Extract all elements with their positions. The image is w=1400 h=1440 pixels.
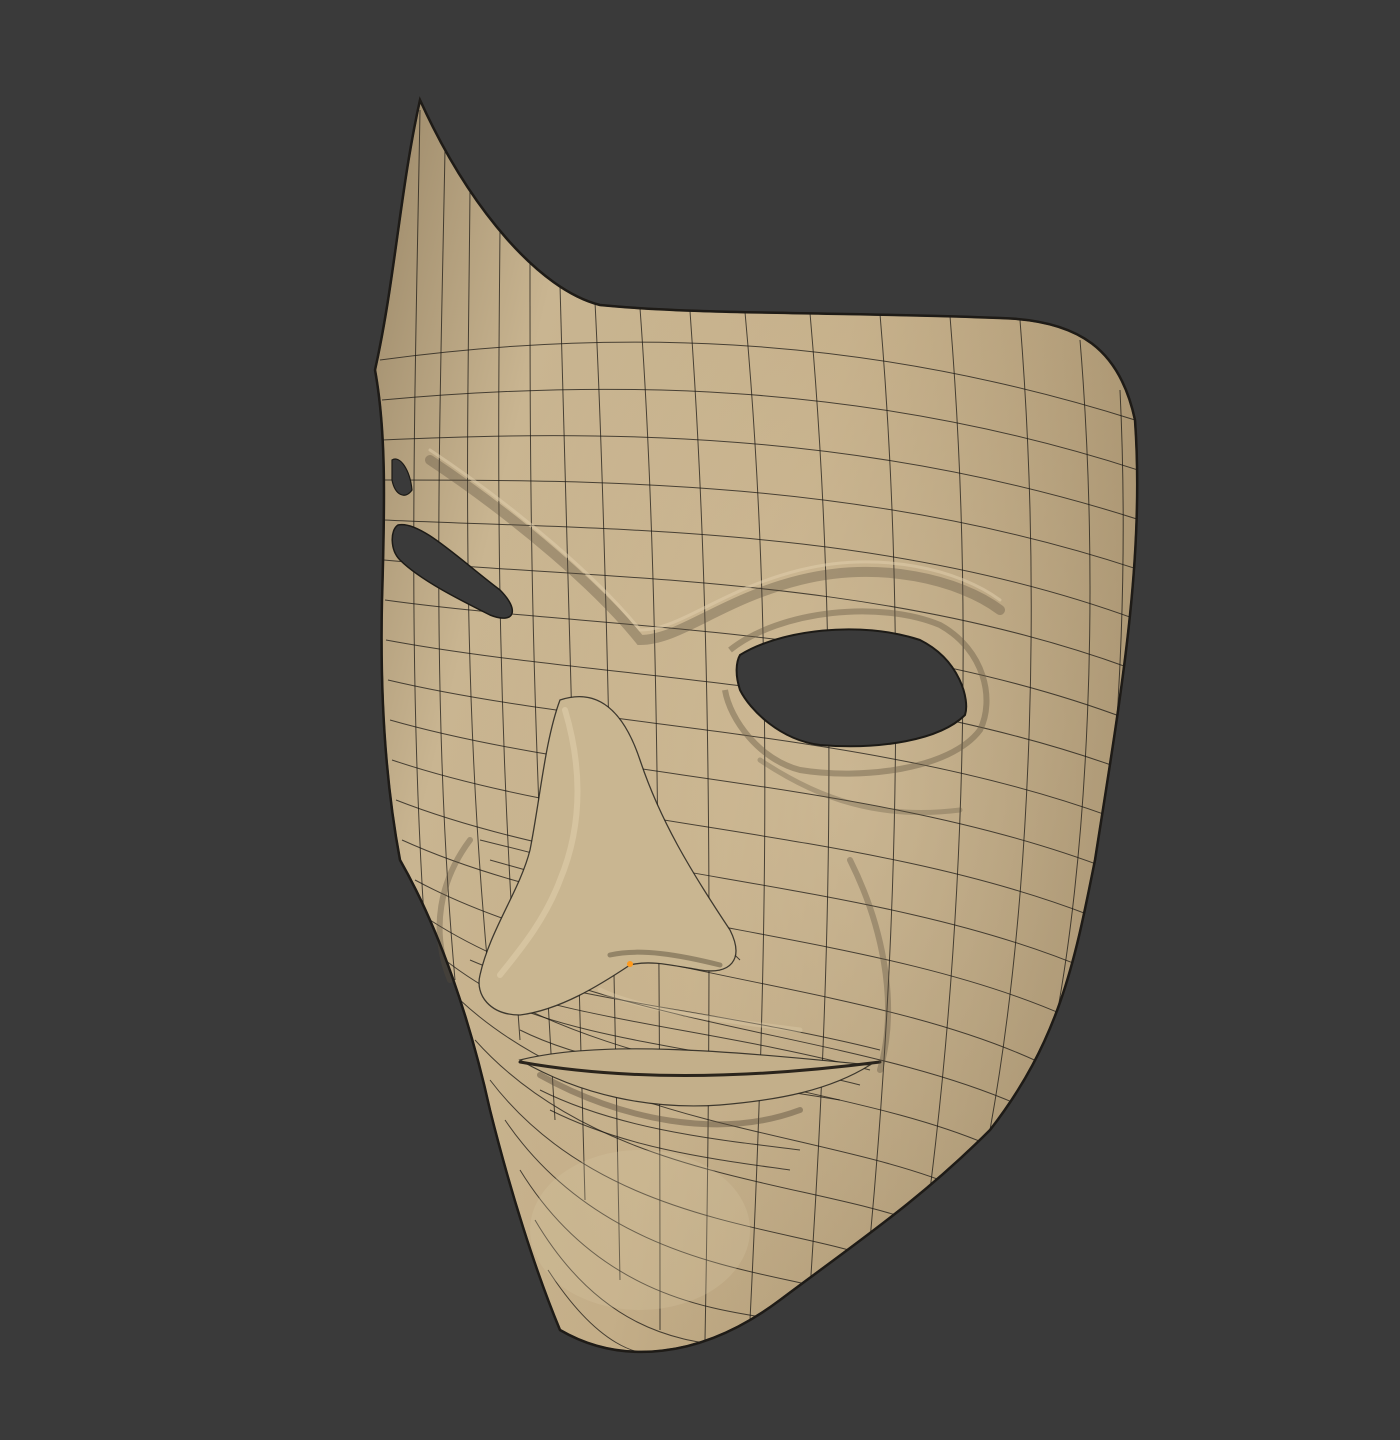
chin [530,1150,750,1310]
viewport-canvas[interactable] [0,0,1400,1440]
selected-vertex[interactable] [627,961,633,967]
mask-mesh[interactable] [374,99,1139,1353]
3d-viewport[interactable] [0,0,1400,1440]
